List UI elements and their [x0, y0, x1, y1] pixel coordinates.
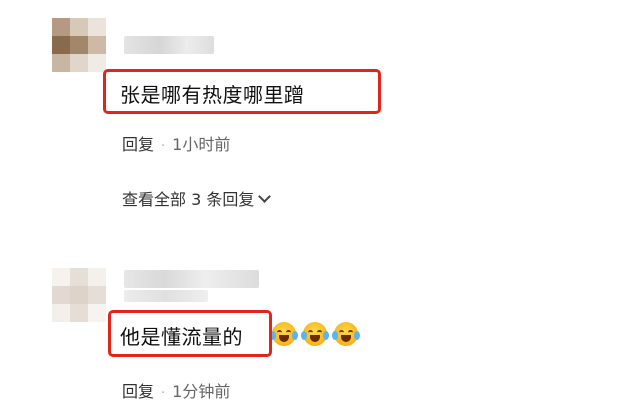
avatar[interactable]	[52, 18, 106, 72]
reply-button[interactable]: 回复	[122, 135, 154, 154]
laugh-cry-icon	[332, 322, 361, 346]
view-all-replies-button[interactable]: 查看全部 3 条回复	[122, 186, 272, 210]
highlight-box	[108, 310, 272, 357]
username-blurred[interactable]	[124, 36, 214, 54]
timestamp: 1小时前	[172, 135, 231, 154]
separator-dot: ·	[161, 139, 166, 154]
username-blurred[interactable]	[124, 270, 259, 288]
comment-meta: 回复 · 1分钟前	[122, 378, 230, 402]
reply-button[interactable]: 回复	[122, 382, 154, 401]
laugh-cry-icon	[301, 322, 330, 346]
user-badge-blurred	[124, 290, 208, 302]
comment-meta: 回复 · 1小时前	[122, 131, 230, 155]
laugh-cry-icon	[270, 322, 298, 346]
view-replies-label: 查看全部 3 条回复	[122, 190, 255, 209]
chevron-down-icon	[258, 190, 272, 203]
timestamp: 1分钟前	[172, 382, 231, 401]
separator-dot: ·	[161, 386, 166, 401]
highlight-box	[103, 69, 381, 114]
emoji-row	[270, 322, 361, 346]
avatar[interactable]	[52, 268, 106, 322]
